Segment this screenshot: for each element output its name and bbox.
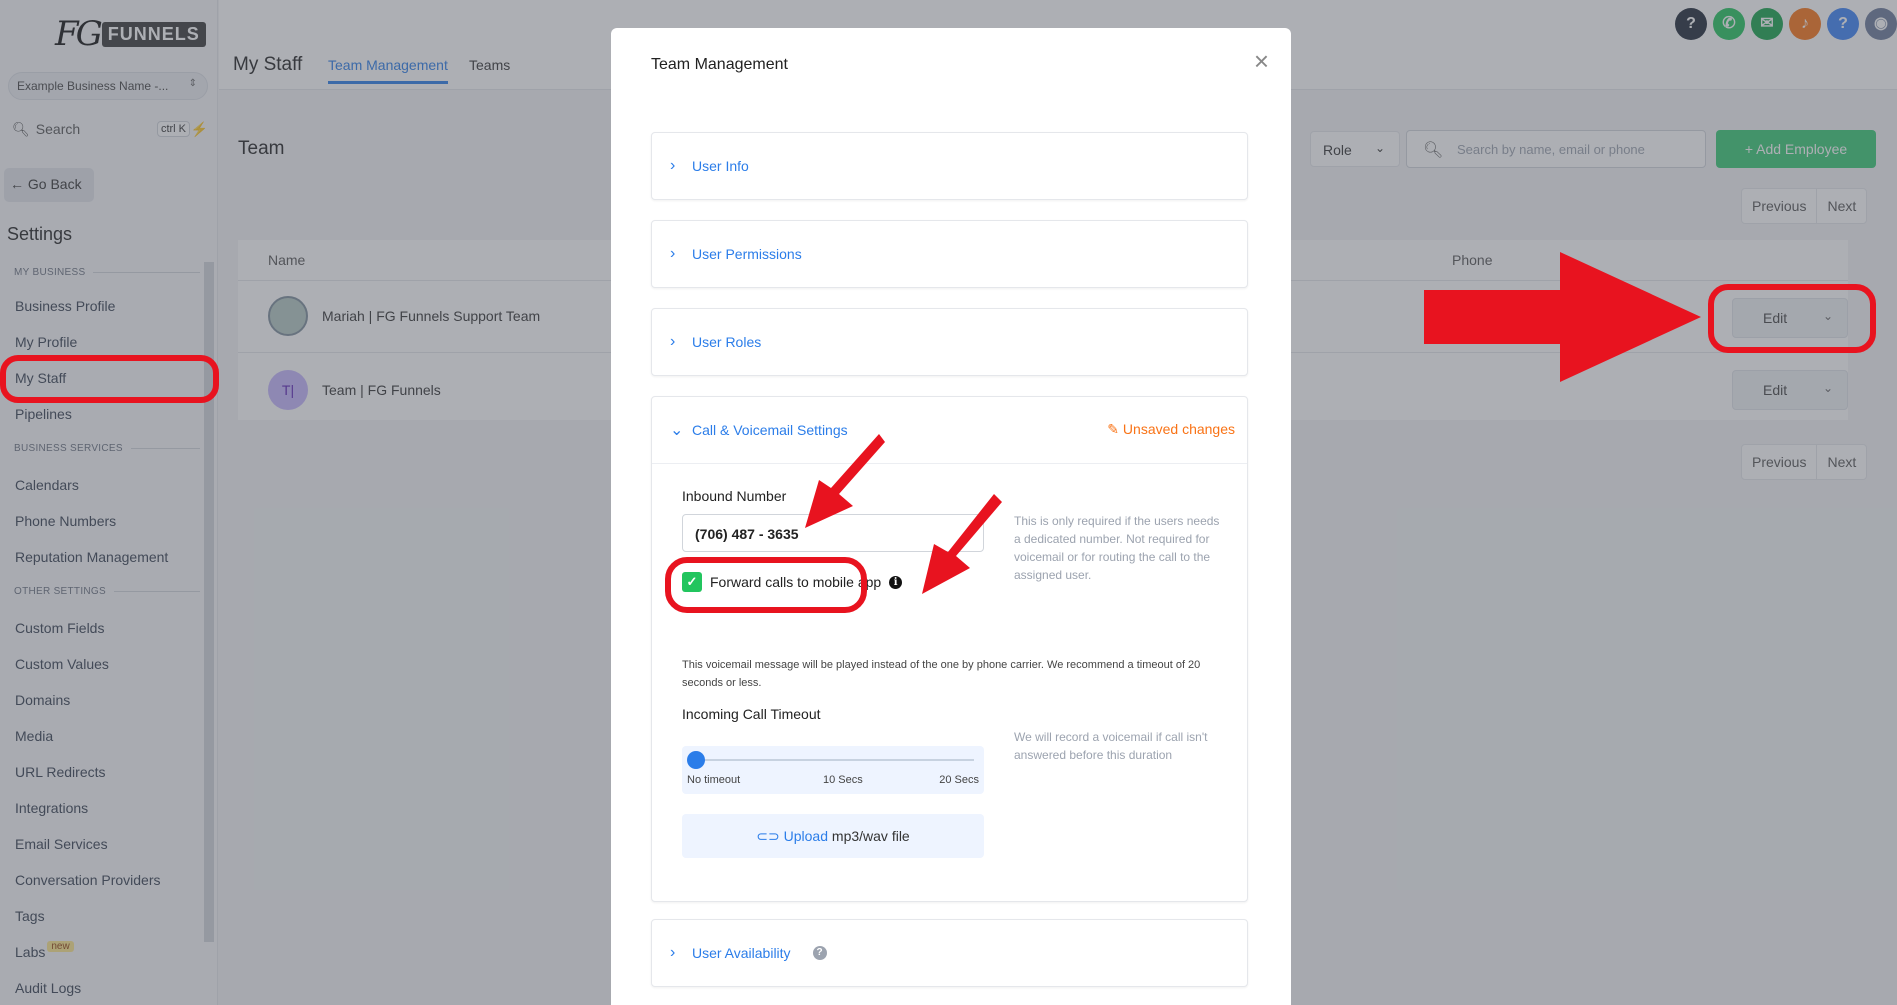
pencil-icon: ✎ (1107, 421, 1123, 437)
section-user-roles[interactable]: › User Roles (651, 308, 1248, 376)
annotation-ring-my-staff (0, 355, 219, 403)
unsaved-changes: ✎ Unsaved changes (1107, 421, 1235, 438)
question-icon[interactable]: ? (812, 946, 827, 960)
annotation-ring-forward-calls (665, 557, 867, 613)
incoming-call-timeout-label: Incoming Call Timeout (682, 706, 821, 722)
annotation-ring-edit (1708, 284, 1876, 353)
slider-track[interactable] (694, 759, 974, 761)
upload-voicemail-button[interactable]: ⊂⊃ Upload mp3/wav file (682, 814, 984, 858)
slider-handle[interactable] (687, 751, 705, 769)
section-title: User Permissions (692, 246, 802, 262)
slider-label-mid: 10 Secs (823, 774, 863, 786)
section-user-permissions[interactable]: › User Permissions (651, 220, 1248, 288)
section-user-info[interactable]: › User Info (651, 132, 1248, 200)
link-icon: ⊂⊃ (756, 828, 784, 844)
red-arrow-icon (805, 434, 885, 528)
call-voicemail-header[interactable]: ⌄ Call & Voicemail Settings ✎ Unsaved ch… (652, 397, 1247, 463)
section-title: User Roles (692, 334, 762, 350)
big-red-arrow-icon (1424, 252, 1701, 382)
inbound-help-text: This is only required if the users needs… (1014, 514, 1220, 582)
slider-label-min: No timeout (687, 774, 741, 786)
timeout-help-text: We will record a voicemail if call isn't… (1014, 730, 1208, 762)
chevron-down-icon: ⌄ (670, 422, 684, 439)
section-call-voicemail: ⌄ Call & Voicemail Settings ✎ Unsaved ch… (651, 396, 1248, 902)
chevron-right-icon: › (670, 157, 676, 174)
info-icon[interactable]: i (889, 575, 903, 589)
chevron-right-icon: › (670, 245, 676, 262)
upload-link[interactable]: Upload (784, 828, 828, 844)
unsaved-label: Unsaved changes (1122, 421, 1235, 437)
timeout-slider[interactable]: No timeout 10 Secs 20 Secs (682, 746, 984, 794)
red-arrow-icon (922, 494, 1002, 594)
inbound-number-label: Inbound Number (682, 488, 787, 504)
chevron-right-icon: › (670, 944, 676, 961)
close-icon[interactable]: × (1254, 48, 1269, 74)
slider-label-max: 20 Secs (939, 774, 979, 786)
upload-file-type: mp3/wav file (828, 828, 910, 844)
section-title: User Info (692, 158, 749, 174)
chevron-right-icon: › (670, 333, 676, 350)
modal-title: Team Management (651, 56, 788, 73)
section-title: User Availability (692, 945, 791, 961)
team-management-modal: Team Management × › User Info › User Permi… (611, 28, 1291, 1005)
section-user-availability[interactable]: › User Availability ? (651, 919, 1248, 987)
voicemail-message-text: This voicemail message will be played in… (682, 659, 1201, 689)
